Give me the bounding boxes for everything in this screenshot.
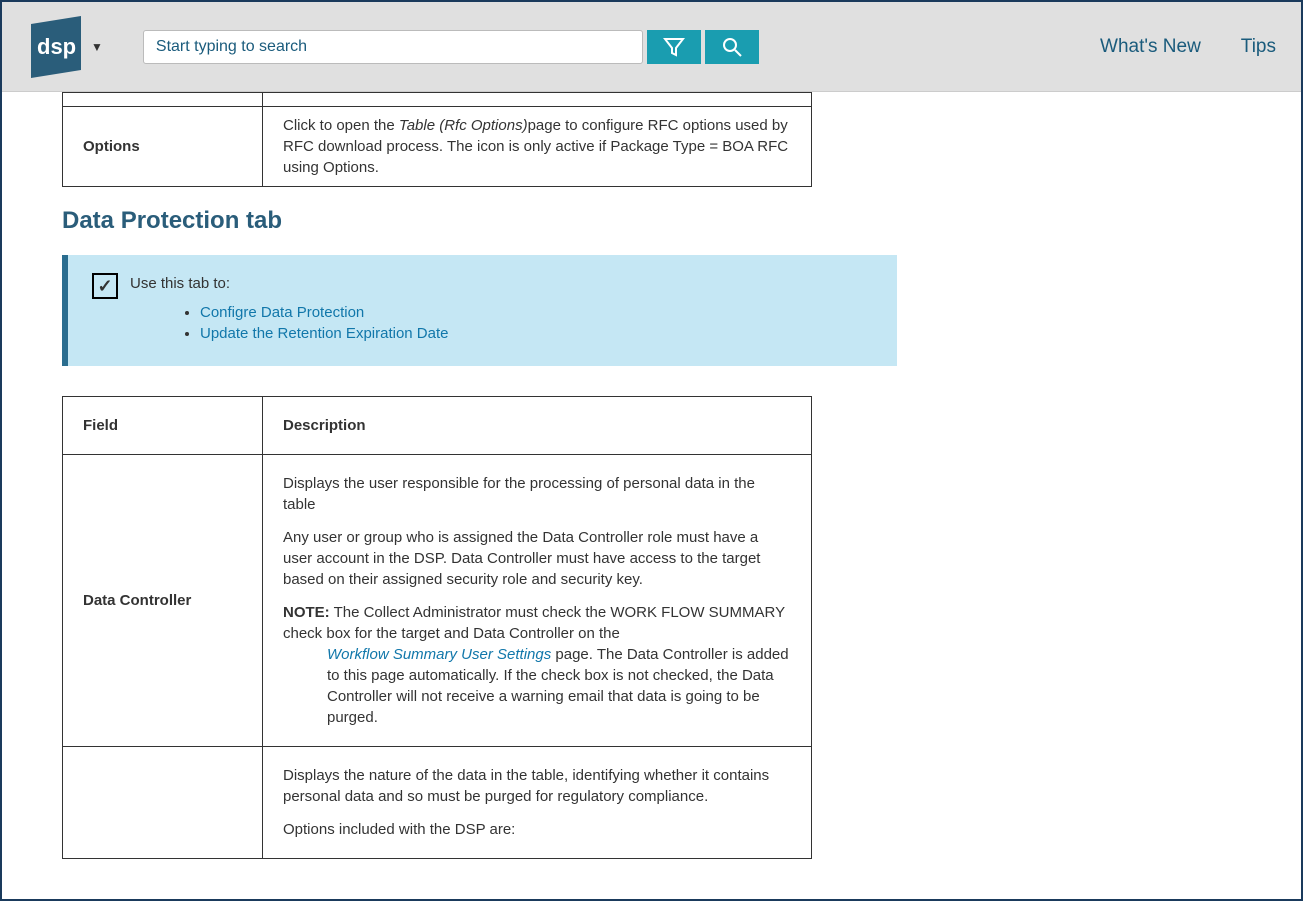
field-desc: Displays the nature of the data in the t… bbox=[263, 747, 812, 859]
callout-list: Configre Data Protection Update the Rete… bbox=[200, 304, 449, 342]
svg-text:dsp: dsp bbox=[37, 34, 76, 59]
field-label-data-controller: Data Controller bbox=[63, 455, 263, 747]
table-row: Displays the nature of the data in the t… bbox=[63, 747, 812, 859]
text: Displays the nature of the data in the t… bbox=[283, 765, 791, 807]
filter-icon bbox=[663, 36, 685, 58]
callout-intro: Use this tab to: bbox=[130, 275, 230, 292]
link-workflow-summary[interactable]: Workflow Summary User Settings bbox=[327, 646, 551, 663]
table-header-row: Field Description bbox=[63, 397, 812, 455]
nav-tips[interactable]: Tips bbox=[1241, 36, 1276, 58]
info-callout: ✓ Use this tab to: Configre Data Protect… bbox=[62, 255, 897, 366]
table-row bbox=[63, 93, 812, 107]
logo-dropdown-icon[interactable]: ▼ bbox=[91, 40, 103, 54]
search-input[interactable] bbox=[143, 30, 643, 64]
table-row-options: Options Click to open the Table (Rfc Opt… bbox=[63, 107, 812, 187]
col-header-description: Description bbox=[263, 397, 812, 455]
search-bar bbox=[143, 30, 759, 64]
field-label bbox=[63, 747, 263, 859]
field-label-options: Options bbox=[63, 107, 263, 187]
logo-wrap: dsp ▼ bbox=[27, 12, 103, 82]
table-row-data-controller: Data Controller Displays the user respon… bbox=[63, 455, 812, 747]
col-header-field: Field bbox=[63, 397, 263, 455]
text: Options included with the DSP are: bbox=[283, 819, 791, 840]
page-ref-italic: Table (Rfc Options) bbox=[399, 117, 528, 134]
text: Displays the user responsible for the pr… bbox=[283, 473, 791, 515]
text: Click to open the bbox=[283, 117, 399, 134]
search-icon bbox=[720, 35, 744, 59]
list-item: Configre Data Protection bbox=[200, 304, 449, 321]
text: The Collect Administrator must check the… bbox=[283, 604, 785, 642]
search-button[interactable] bbox=[705, 30, 759, 64]
filter-button[interactable] bbox=[647, 30, 701, 64]
data-protection-table: Field Description Data Controller Displa… bbox=[62, 396, 812, 859]
field-desc-data-controller: Displays the user responsible for the pr… bbox=[263, 455, 812, 747]
global-header: dsp ▼ What's New Tips bbox=[2, 2, 1301, 92]
list-item: Update the Retention Expiration Date bbox=[200, 325, 449, 342]
note-label: NOTE: bbox=[283, 604, 330, 621]
checkbox-icon: ✓ bbox=[92, 273, 118, 299]
section-heading-data-protection: Data Protection tab bbox=[62, 207, 842, 235]
field-desc-options: Click to open the Table (Rfc Options)pag… bbox=[263, 107, 812, 187]
main-content: Options Click to open the Table (Rfc Opt… bbox=[2, 92, 902, 899]
dsp-logo[interactable]: dsp bbox=[27, 12, 85, 82]
link-update-retention[interactable]: Update the Retention Expiration Date bbox=[200, 325, 449, 342]
options-table-fragment: Options Click to open the Table (Rfc Opt… bbox=[62, 92, 812, 187]
link-configure-data-protection[interactable]: Configre Data Protection bbox=[200, 304, 364, 321]
nav-whats-new[interactable]: What's New bbox=[1100, 36, 1201, 58]
text: Any user or group who is assigned the Da… bbox=[283, 527, 791, 590]
